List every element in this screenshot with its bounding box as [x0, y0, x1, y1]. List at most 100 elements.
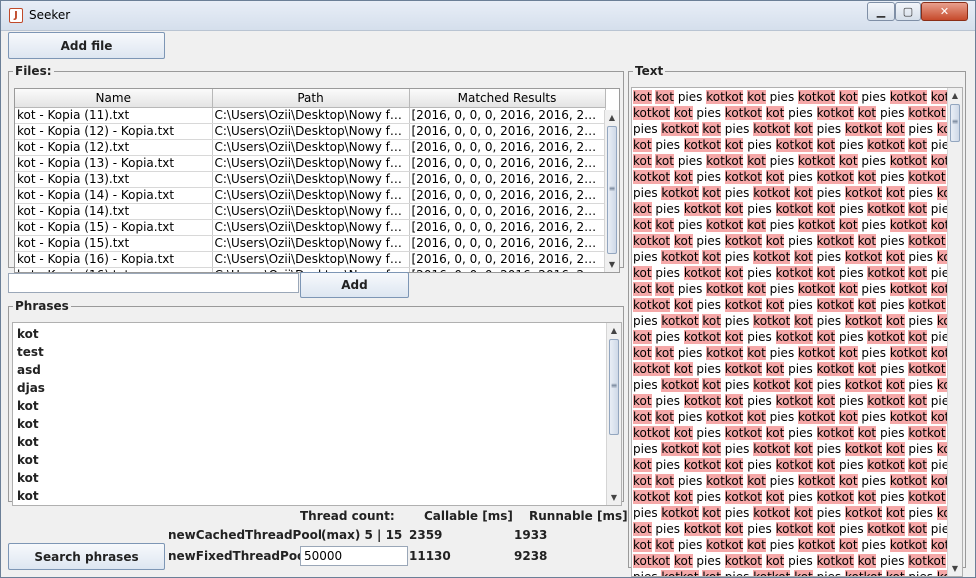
scroll-up-icon[interactable]: ▲	[605, 110, 619, 125]
table-row[interactable]: kot - Kopia (12) - Kopia.txt C:\Users\Ozi…	[15, 123, 606, 140]
phrases-legend: Phrases	[15, 299, 69, 313]
list-item[interactable]: kot	[17, 451, 45, 469]
highlighted-match: kot	[908, 522, 927, 536]
table-row[interactable]: kot - Kopia (14) - Kopia.txt C:\Users\Ozi…	[15, 187, 606, 204]
highlighted-match: kot	[673, 234, 693, 248]
scroll-down-icon[interactable]: ▼	[948, 561, 962, 576]
fixed-thread-count-input[interactable]	[300, 546, 408, 566]
files-scroll-thumb[interactable]: ≡	[607, 126, 617, 254]
text-word: pies	[655, 330, 680, 344]
text-word: pies	[677, 410, 703, 424]
text-content: kot kot pies kotkot kot pies kotkot kot …	[633, 89, 962, 577]
file-name-cell: kot - Kopia (14).txt	[15, 203, 213, 220]
highlighted-match: kotkot	[683, 394, 721, 408]
text-word: pies	[839, 522, 864, 536]
list-item[interactable]: kot	[17, 469, 45, 487]
table-row[interactable]: kot - Kopia (16) - Kopia.txt C:\Users\Ozi…	[15, 251, 606, 268]
text-word: pies	[655, 266, 680, 280]
search-phrases-button[interactable]: Search phrases	[8, 543, 165, 570]
table-row[interactable]: kot - Kopia (13).txt C:\Users\Ozii\Deskto…	[15, 171, 606, 188]
highlighted-match: kotkot	[706, 90, 744, 104]
table-row[interactable]: kot - Kopia (15) - Kopia.txt C:\Users\Ozi…	[15, 219, 606, 236]
highlighted-match: kotkot	[724, 298, 762, 312]
highlighted-match: kot	[673, 554, 693, 568]
highlighted-match: kot	[885, 186, 905, 200]
scroll-down-icon[interactable]: ▼	[605, 257, 619, 272]
list-item[interactable]: kot	[17, 487, 45, 505]
table-row[interactable]: kot - Kopia (14).txt C:\Users\Ozii\Deskto…	[15, 203, 606, 220]
highlighted-match: kot	[655, 410, 674, 424]
highlighted-match: kotkot	[816, 554, 854, 568]
text-word: pies	[769, 474, 795, 488]
list-item[interactable]: asd	[17, 361, 45, 379]
column-header-name[interactable]: Name	[15, 89, 213, 108]
list-item[interactable]: djas	[17, 379, 45, 397]
table-row[interactable]: kot - Kopia (13) - Kopia.txt C:\Users\Ozi…	[15, 155, 606, 172]
highlighted-match: kot	[857, 490, 877, 504]
text-word: pies	[879, 554, 905, 568]
scroll-down-icon[interactable]: ▼	[607, 490, 621, 505]
phrases-scroll-thumb[interactable]: ≡	[609, 339, 619, 435]
text-word: pies	[655, 202, 680, 216]
text-line: kot kot pies kotkot kot pies kotkot kot …	[633, 89, 962, 105]
text-word: pies	[724, 186, 750, 200]
text-line: kot pies kotkot kot pies kotkot kot pies…	[633, 265, 955, 281]
table-row[interactable]: kot - Kopia (15).txt C:\Users\Ozii\Deskto…	[15, 235, 606, 252]
phrases-list-box[interactable]: kot test asd djas kot kot kot kot kot kot ▲ ≡ ▼	[12, 322, 622, 506]
highlighted-match: kotkot	[889, 282, 927, 296]
highlighted-match: kot	[655, 218, 674, 232]
text-word: pies	[655, 394, 680, 408]
highlighted-match: kot	[885, 250, 905, 264]
highlighted-match: kot	[747, 538, 766, 552]
highlighted-match: kot	[839, 90, 858, 104]
highlighted-match: kot	[747, 154, 766, 168]
column-header-matched-results[interactable]: Matched Results	[409, 89, 606, 108]
highlighted-match: kotkot	[633, 234, 671, 248]
title-bar[interactable]: J Seeker ▁ ▢ ✕	[1, 1, 975, 30]
text-line: kotkot kot pies kotkot kot pies kotkot k…	[633, 489, 962, 505]
text-area[interactable]: kot kot pies kotkot kot pies kotkot kot …	[631, 87, 963, 577]
text-line: kot kot pies kotkot kot pies kotkot kot …	[633, 345, 962, 361]
scroll-up-icon[interactable]: ▲	[948, 88, 962, 103]
column-header-path[interactable]: Path	[212, 89, 410, 108]
list-item[interactable]: kot	[17, 397, 45, 415]
scroll-up-icon[interactable]: ▲	[607, 323, 621, 338]
table-row[interactable]: kot - Kopia (11).txt C:\Users\Ozii\Deskto…	[15, 107, 606, 124]
add-file-button[interactable]: Add file	[8, 32, 165, 59]
text-word: pies	[788, 426, 813, 440]
highlighted-match: kotkot	[775, 330, 813, 344]
list-item[interactable]: test	[17, 343, 45, 361]
text-word: pies	[696, 362, 721, 376]
close-button[interactable]: ✕	[921, 2, 968, 21]
list-item[interactable]: kot	[17, 433, 45, 451]
phrase-input[interactable]	[8, 273, 299, 293]
minimize-button[interactable]: ▁	[867, 2, 895, 21]
text-scrollbar[interactable]: ▲ ≡ ▼	[947, 88, 962, 576]
highlighted-match: kot	[816, 330, 836, 344]
highlighted-match: kotkot	[683, 138, 721, 152]
highlighted-match: kotkot	[798, 346, 836, 360]
list-item[interactable]: kot	[17, 415, 45, 433]
files-scrollbar[interactable]: ▲ ≡ ▼	[604, 110, 619, 272]
text-word: pies	[908, 186, 933, 200]
highlighted-match: kotkot	[775, 394, 813, 408]
phrases-scrollbar[interactable]: ▲ ≡ ▼	[606, 323, 621, 505]
runnable-header: Runnable [ms]	[529, 509, 628, 523]
maximize-button[interactable]: ▢	[895, 2, 921, 21]
text-line: kot pies kotkot kot pies kotkot kot pies…	[633, 521, 955, 537]
table-row[interactable]: kot - Kopia (12).txt C:\Users\Ozii\Deskto…	[15, 139, 606, 156]
highlighted-match: kot	[839, 346, 858, 360]
fixed-runnable-value: 9238	[514, 549, 548, 563]
text-word: pies	[839, 330, 864, 344]
text-word: pies	[879, 170, 905, 184]
matched-results-cell: [2016, 0, 0, 0, 2016, 2016, 2016, 2...	[409, 107, 606, 124]
add-phrase-button[interactable]: Add	[300, 272, 409, 298]
highlighted-match: kotkot	[753, 506, 791, 520]
cached-runnable-value: 1933	[514, 528, 548, 542]
text-word: pies	[633, 122, 658, 136]
highlighted-match: kotkot	[683, 458, 721, 472]
text-scroll-thumb[interactable]: ≡	[950, 104, 960, 142]
list-item[interactable]: kot	[17, 325, 45, 343]
text-word: pies	[677, 538, 703, 552]
text-word: pies	[633, 570, 658, 577]
